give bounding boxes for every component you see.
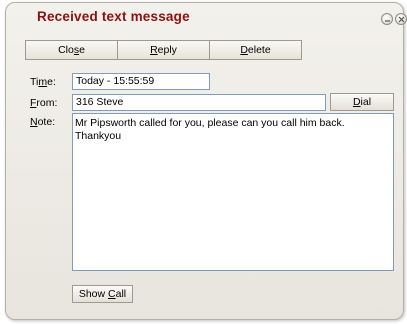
reply-label: eply xyxy=(157,44,177,56)
show-call-accel: C xyxy=(108,288,116,300)
from-label: From: xyxy=(30,97,58,109)
delete-button[interactable]: Delete xyxy=(209,40,302,60)
close-label-rest: e xyxy=(79,44,85,56)
note-textarea[interactable]: Mr Pipsworth called for you, please can … xyxy=(72,113,394,271)
show-call-label: Show xyxy=(78,288,109,300)
dial-button[interactable]: Dial xyxy=(330,93,394,111)
time-field[interactable]: Today - 15:55:59 xyxy=(72,73,210,90)
close-icon[interactable] xyxy=(395,13,407,25)
show-call-button[interactable]: Show Call xyxy=(72,285,133,303)
window-title: Received text message xyxy=(37,9,190,24)
show-call-label-rest: all xyxy=(115,288,127,300)
minimize-icon[interactable] xyxy=(381,13,393,25)
note-label: Note: xyxy=(30,116,56,128)
reply-button[interactable]: Reply xyxy=(117,40,210,60)
dial-label: ial xyxy=(360,96,372,108)
from-field[interactable]: 316 Steve xyxy=(72,94,326,111)
dial-accel: D xyxy=(352,96,361,108)
close-label: Clo xyxy=(58,44,74,56)
reply-accel: R xyxy=(150,44,158,56)
close-button[interactable]: Close xyxy=(25,40,118,60)
message-window: Received text message Close Reply Delete… xyxy=(5,2,407,320)
delete-accel: D xyxy=(240,44,248,56)
delete-label: elete xyxy=(247,44,271,56)
time-label: Time: xyxy=(30,76,56,88)
